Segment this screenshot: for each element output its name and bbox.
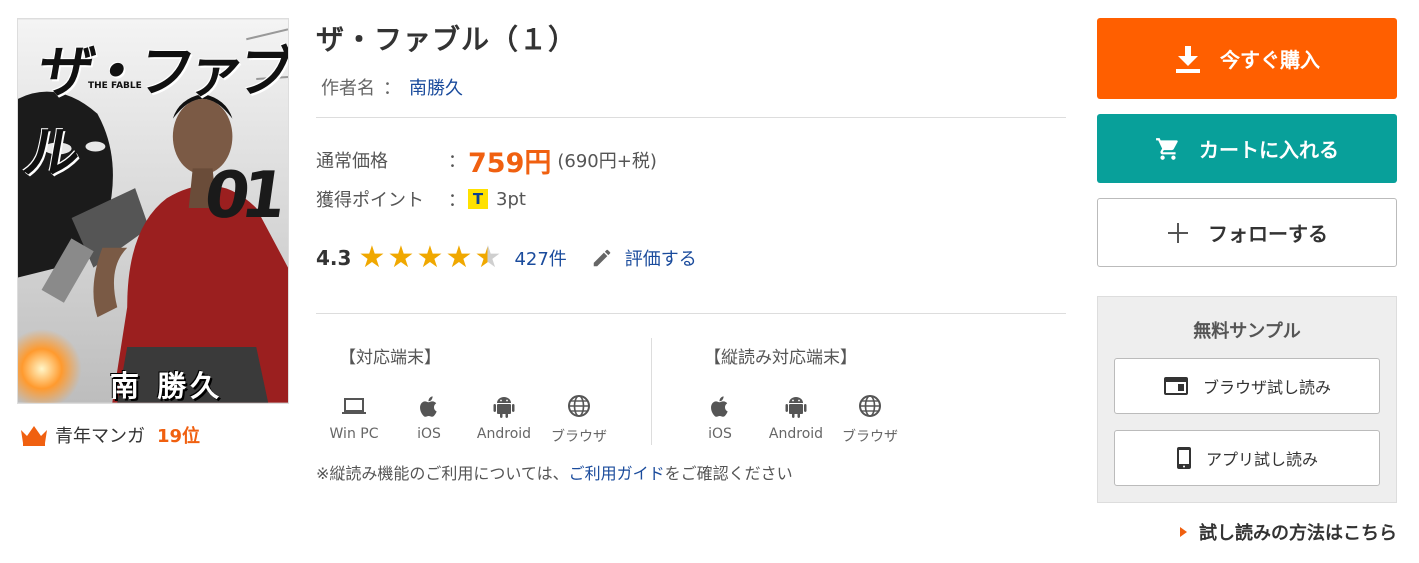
divider (316, 313, 1066, 314)
ranking-genre: 青年マンガ (55, 426, 145, 447)
cover-subtitle: THE FABLE (88, 81, 142, 91)
rating-stars: ★ ★ ★ ★ ★ (357, 243, 502, 273)
add-to-cart-label: カートに入れる (1199, 138, 1339, 162)
globe-icon (568, 395, 590, 417)
device-android: Android (464, 392, 544, 442)
author-row: 作者名 ： 南勝久 (321, 74, 463, 100)
globe-icon (859, 395, 881, 417)
arrow-right-icon (1180, 527, 1187, 537)
laptop-icon (342, 398, 366, 414)
star-icon: ★ (474, 240, 502, 275)
star-icon: ★ (416, 240, 444, 275)
price-label: 通常価格 (316, 151, 388, 172)
divider (316, 117, 1066, 118)
cart-icon (1156, 137, 1178, 160)
follow-label: フォローする (1208, 222, 1328, 246)
app-sample-button[interactable]: アプリ試し読み (1114, 430, 1380, 486)
vertical-device-android: Android (756, 392, 836, 442)
browser-sample-label: ブラウザ試し読み (1202, 378, 1331, 397)
crown-icon (21, 426, 47, 446)
device-label: Android (476, 426, 532, 442)
device-label: ブラウザ (551, 429, 607, 445)
buy-now-button[interactable]: 今すぐ購入 (1097, 18, 1397, 99)
sample-howto-label: 試し読みの方法はこちら (1199, 523, 1397, 544)
free-sample-panel: 無料サンプル ブラウザ試し読み アプリ試し読み (1097, 296, 1397, 503)
star-icon: ★ (358, 240, 386, 275)
rate-link[interactable]: 評価する (625, 245, 697, 271)
rating-row: 4.3 ★ ★ ★ ★ ★ 427件 評価する (316, 241, 697, 275)
device-label: Android (768, 426, 824, 442)
supported-devices-header: 【対応端末】 (339, 348, 441, 368)
star-icon: ★ (445, 240, 473, 275)
author-label: 作者名 (321, 78, 375, 99)
device-label: ブラウザ (842, 429, 898, 445)
add-to-cart-button[interactable]: カートに入れる (1097, 114, 1397, 183)
points-row: 獲得ポイント ： T 3pt (316, 186, 526, 212)
pencil-icon (593, 249, 611, 267)
rating-score: 4.3 (316, 246, 352, 270)
vertical-device-ios: iOS (680, 392, 760, 442)
price-row: 通常価格 ： 759円 (690円+税) (316, 142, 657, 179)
author-link[interactable]: 南勝久 (409, 78, 463, 99)
sample-howto-link[interactable]: 試し読みの方法はこちら (1180, 519, 1397, 545)
smartphone-icon (1176, 447, 1191, 469)
device-ios: iOS (389, 392, 469, 442)
vertical-reading-note: ※縦読み機能のご利用については、ご利用ガイドをご確認ください (316, 460, 793, 484)
price-value: 759円 (468, 147, 552, 179)
plus-icon (1168, 222, 1188, 243)
device-label: Win PC (329, 426, 379, 442)
download-icon (1176, 45, 1200, 73)
author-colon: ： (383, 78, 401, 99)
points-label: 獲得ポイント (316, 190, 424, 211)
t-point-icon: T (468, 189, 488, 209)
browser-sample-button[interactable]: ブラウザ試し読み (1114, 358, 1380, 414)
t-point-letter: T (472, 190, 484, 208)
review-count-link[interactable]: 427件 (514, 245, 566, 271)
android-icon (785, 397, 807, 418)
star-icon: ★ (387, 240, 415, 275)
ranking-badge[interactable]: 青年マンガ 19位 (19, 422, 200, 448)
points-colon: ： (448, 190, 466, 211)
ranking-position: 19位 (157, 426, 201, 447)
device-label: iOS (708, 426, 732, 442)
follow-button[interactable]: フォローする (1097, 198, 1397, 267)
device-label: iOS (417, 426, 441, 442)
device-win-pc: Win PC (314, 392, 394, 442)
vertical-devices-header: 【縦読み対応端末】 (704, 348, 857, 368)
note-prefix: ※縦読み機能のご利用については、 (316, 464, 569, 483)
points-value: 3pt (496, 188, 526, 210)
free-sample-header: 無料サンプル (1193, 321, 1301, 342)
note-suffix: をご確認ください (664, 464, 793, 483)
cover-volume-number: 01 (199, 159, 284, 233)
android-icon (493, 397, 515, 418)
vertical-device-browser: ブラウザ (830, 392, 910, 446)
book-cover[interactable]: ザ・ファブル THE FABLE 01 南 勝久 (17, 18, 289, 404)
buy-now-label: 今すぐ購入 (1220, 48, 1320, 72)
cover-author-name: 南 勝久 (110, 369, 224, 403)
devices-divider (651, 338, 652, 445)
price-colon: ： (448, 151, 466, 172)
apple-icon (711, 396, 728, 417)
apple-icon (420, 396, 437, 417)
product-title: ザ・ファブル（１） (316, 23, 578, 56)
price-tax-note: (690円+税) (557, 151, 657, 172)
app-sample-label: アプリ試し読み (1205, 450, 1318, 469)
browser-window-icon (1163, 377, 1188, 395)
usage-guide-link[interactable]: ご利用ガイド (569, 464, 665, 483)
device-browser: ブラウザ (539, 392, 619, 446)
